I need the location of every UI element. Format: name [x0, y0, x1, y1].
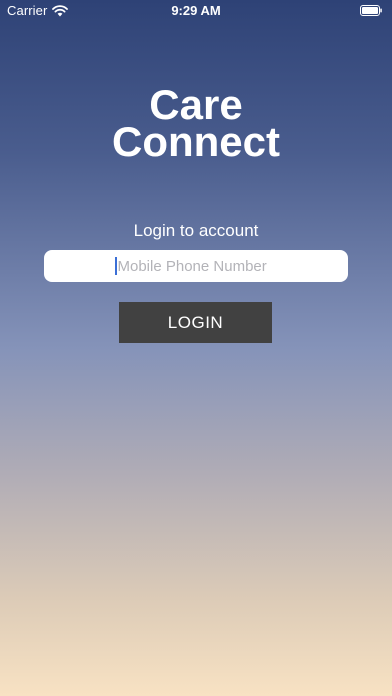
phone-number-field[interactable] [44, 250, 348, 282]
login-screen: Carrier 9:29 AM Care Connect Login to ac… [0, 0, 392, 696]
phone-number-input[interactable] [117, 257, 278, 275]
battery-full-icon [360, 5, 382, 16]
app-title: Care Connect [0, 84, 392, 165]
clock: 9:29 AM [171, 3, 221, 18]
status-bar: Carrier 9:29 AM [0, 0, 392, 22]
login-button[interactable]: LOGIN [119, 302, 272, 343]
login-heading: Login to account [133, 221, 259, 240]
app-title-line-2: Connect [112, 118, 280, 165]
text-caret [114, 257, 117, 275]
